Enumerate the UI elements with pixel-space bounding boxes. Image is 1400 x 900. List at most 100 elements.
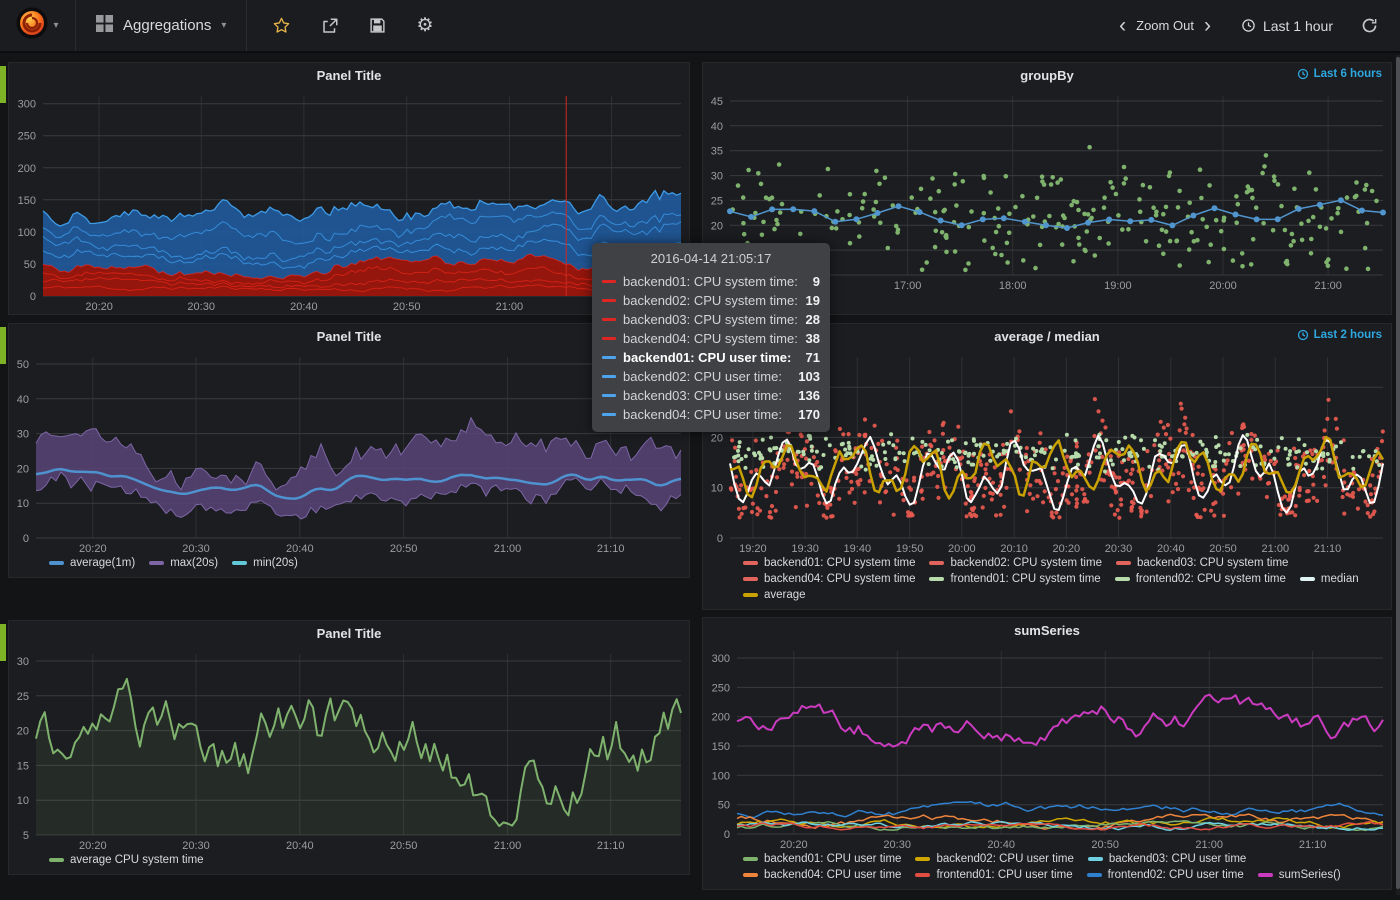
svg-text:20:20: 20:20: [79, 543, 107, 555]
share-icon: [321, 17, 339, 35]
legend-item[interactable]: median: [1300, 573, 1359, 585]
legend-item[interactable]: sumSeries(): [1258, 869, 1341, 881]
chart-canvas[interactable]: 20:2020:3020:4020:5021:0021:100501001502…: [9, 88, 689, 314]
dashboard-picker[interactable]: Aggregations ▾: [76, 0, 247, 51]
legend-item[interactable]: backend04: CPU system time: [743, 573, 915, 585]
tooltip-row: backend04: CPU system time:38: [602, 329, 820, 348]
row-toggle[interactable]: [0, 66, 6, 103]
scrollbar[interactable]: [1396, 55, 1400, 895]
legend-item[interactable]: max(20s): [149, 557, 218, 569]
series-swatch: [602, 375, 616, 378]
zoom-out-button[interactable]: Zoom Out: [1136, 18, 1194, 33]
share-button[interactable]: [306, 0, 354, 51]
legend-item[interactable]: backend01: CPU user time: [743, 853, 901, 865]
chart-canvas[interactable]: 20:2020:3020:4020:5021:0021:100102030405…: [9, 349, 689, 556]
legend-item[interactable]: backend02: CPU system time: [929, 557, 1101, 569]
panel-title[interactable]: Panel Title: [9, 621, 689, 646]
chart-canvas[interactable]: 20:2020:3020:4020:5021:0021:105101520253…: [9, 646, 689, 853]
legend-item[interactable]: frontend01: CPU user time: [915, 869, 1072, 881]
legend-item[interactable]: min(20s): [232, 557, 298, 569]
svg-text:21:00: 21:00: [494, 840, 522, 852]
legend-swatch: [1088, 857, 1103, 861]
svg-text:20:40: 20:40: [286, 840, 314, 852]
series-swatch: [602, 337, 616, 340]
settings-button[interactable]: ⚙: [401, 0, 448, 51]
legend-label: average: [764, 589, 806, 601]
time-back-button[interactable]: ‹: [1109, 15, 1136, 36]
legend-item[interactable]: frontend01: CPU system time: [929, 573, 1100, 585]
panel-title[interactable]: Panel Title: [9, 63, 689, 88]
legend: average CPU system time: [9, 853, 689, 874]
clock-icon: [1297, 68, 1309, 80]
legend-swatch: [49, 561, 64, 565]
grafana-logo-menu[interactable]: ▾: [0, 0, 76, 51]
tooltip-row: backend01: CPU user time:71: [602, 348, 820, 367]
panel-title[interactable]: groupBy: [703, 63, 1391, 88]
panel-time-badge[interactable]: Last 2 hours: [1297, 329, 1382, 341]
time-forward-button[interactable]: ›: [1194, 15, 1221, 36]
svg-text:250: 250: [712, 682, 730, 694]
scrollbar-thumb[interactable]: [1396, 57, 1400, 889]
panel-title[interactable]: Panel Title: [9, 324, 689, 349]
svg-text:0: 0: [23, 533, 29, 545]
legend-label: max(20s): [170, 557, 218, 569]
svg-text:30: 30: [17, 656, 29, 668]
tooltip-series-value: 28: [806, 312, 820, 327]
svg-text:20:20: 20:20: [780, 839, 808, 851]
svg-text:20:50: 20:50: [1091, 839, 1119, 851]
tooltip-timestamp: 2016-04-14 21:05:17: [602, 248, 820, 272]
legend-item[interactable]: average: [743, 589, 806, 601]
legend-item[interactable]: average(1m): [49, 557, 135, 569]
legend-item[interactable]: backend02: CPU user time: [915, 853, 1073, 865]
legend-swatch: [232, 561, 247, 565]
legend: backend01: CPU system time backend02: CPU…: [703, 556, 1391, 609]
svg-text:18:00: 18:00: [999, 280, 1027, 292]
svg-text:19:00: 19:00: [1104, 280, 1132, 292]
grafana-logo-icon: [16, 7, 48, 44]
panel-time-badge[interactable]: Last 6 hours: [1297, 68, 1382, 80]
chart-canvas[interactable]: 20:2020:3020:4020:5021:0021:100501001502…: [703, 643, 1391, 852]
legend-item[interactable]: backend03: CPU system time: [1116, 557, 1288, 569]
legend-label: backend02: CPU user time: [936, 853, 1073, 865]
star-button[interactable]: [257, 0, 306, 51]
legend-label: sumSeries(): [1279, 869, 1341, 881]
row-toggle[interactable]: [0, 327, 6, 364]
legend-item[interactable]: backend03: CPU user time: [1088, 853, 1246, 865]
series-swatch: [602, 318, 616, 321]
svg-text:25: 25: [17, 691, 29, 703]
svg-text:0: 0: [717, 533, 723, 545]
tooltip-series-value: 103: [798, 369, 820, 384]
graph-tooltip: 2016-04-14 21:05:17 backend01: CPU syste…: [592, 243, 830, 432]
panel-title[interactable]: sumSeries: [703, 618, 1391, 643]
save-button[interactable]: [354, 0, 401, 51]
svg-text:17:00: 17:00: [894, 280, 922, 292]
svg-text:20:30: 20:30: [182, 840, 210, 852]
svg-text:20: 20: [711, 220, 723, 232]
series-swatch: [602, 299, 616, 302]
time-range-picker[interactable]: Last 1 hour: [1221, 18, 1347, 34]
legend-item[interactable]: frontend02: CPU user time: [1087, 869, 1244, 881]
navbar-right: ‹ Zoom Out › Last 1 hour: [1109, 0, 1400, 51]
dashboard-actions: ⚙: [247, 0, 458, 51]
svg-text:21:00: 21:00: [494, 543, 522, 555]
svg-text:0: 0: [724, 829, 730, 841]
row-toggle[interactable]: [0, 624, 6, 661]
legend-label: backend03: CPU user time: [1109, 853, 1246, 865]
legend-item[interactable]: frontend02: CPU system time: [1115, 573, 1286, 585]
svg-text:21:10: 21:10: [597, 840, 625, 852]
svg-text:20: 20: [711, 432, 723, 444]
gear-icon: ⚙: [416, 16, 433, 35]
legend-label: median: [1321, 573, 1359, 585]
legend-item[interactable]: backend01: CPU system time: [743, 557, 915, 569]
legend-swatch: [1115, 577, 1130, 581]
svg-text:21:00: 21:00: [1262, 543, 1290, 555]
panel-avg-max-min: Panel Title 20:2020:3020:4020:5021:0021:…: [8, 323, 690, 578]
svg-text:50: 50: [718, 800, 730, 812]
tooltip-row: backend01: CPU system time:9: [602, 272, 820, 291]
svg-text:30: 30: [17, 429, 29, 441]
legend-item[interactable]: average CPU system time: [49, 854, 204, 866]
refresh-button[interactable]: [1347, 17, 1384, 34]
legend-label: backend04: CPU system time: [764, 573, 915, 585]
legend-item[interactable]: backend04: CPU user time: [743, 869, 901, 881]
tooltip-series-value: 19: [806, 293, 820, 308]
